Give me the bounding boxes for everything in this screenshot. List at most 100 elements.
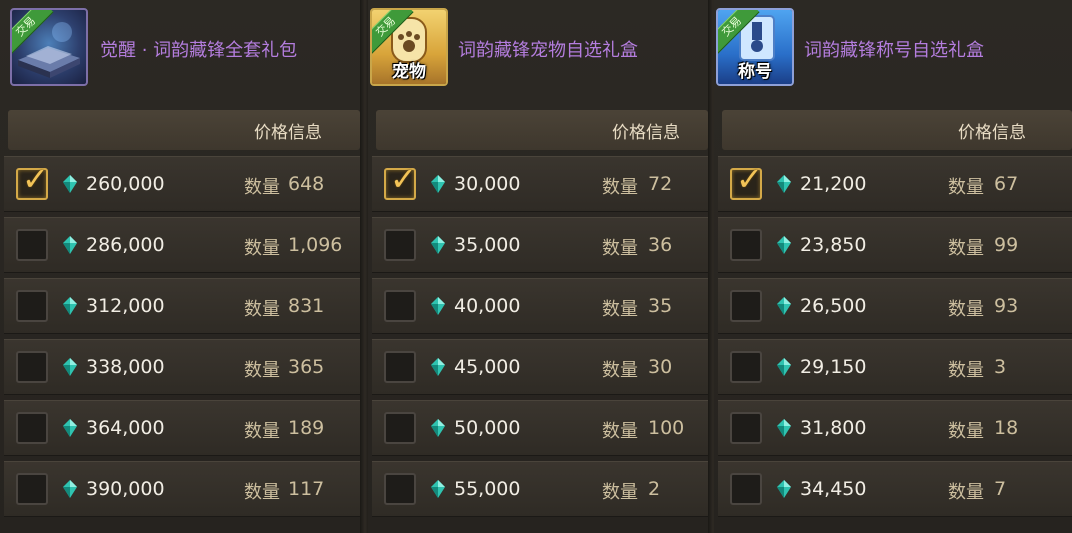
check-icon: ✓ xyxy=(736,160,763,198)
gem-currency-icon xyxy=(777,236,791,254)
select-checkbox[interactable] xyxy=(730,351,762,383)
quantity-label: 数量 xyxy=(602,482,638,503)
gem-currency-icon xyxy=(63,297,77,315)
quantity-value: 365 xyxy=(288,356,325,378)
item-header: 交易 觉醒 · 词韵藏锋全套礼包 xyxy=(0,0,360,92)
quantity-label: 数量 xyxy=(602,177,638,198)
select-checkbox[interactable]: ✓ xyxy=(384,160,417,200)
price-header: 价格信息 xyxy=(722,110,1072,150)
listing-row[interactable]: 312,000 数量 831 xyxy=(4,278,364,334)
item-title[interactable]: 词韵藏锋宠物自选礼盒 xyxy=(458,36,638,62)
listing-row[interactable]: ✓ 21,200 数量 67 xyxy=(718,156,1072,212)
price-header-label: 价格信息 xyxy=(958,123,1026,143)
price-value: 26,500 xyxy=(800,295,867,317)
gem-currency-icon xyxy=(431,236,445,254)
select-checkbox[interactable] xyxy=(730,290,762,322)
title-medal-icon[interactable]: 交易 称号 xyxy=(716,8,794,86)
item-title[interactable]: 觉醒 · 词韵藏锋全套礼包 xyxy=(100,36,297,62)
select-checkbox[interactable] xyxy=(16,473,48,505)
quantity-value: 99 xyxy=(994,234,1019,256)
select-checkbox[interactable] xyxy=(384,412,416,444)
listing-row[interactable]: 34,450 数量 7 xyxy=(718,461,1072,517)
icon-caption: 称号 xyxy=(738,62,772,82)
select-checkbox[interactable] xyxy=(384,473,416,505)
select-checkbox[interactable] xyxy=(730,473,762,505)
quantity-value: 72 xyxy=(648,173,673,195)
quantity-label: 数量 xyxy=(602,299,638,320)
book-icon[interactable]: 交易 xyxy=(10,8,88,86)
gem-currency-icon xyxy=(63,419,77,437)
quantity-label: 数量 xyxy=(948,482,984,503)
item-title[interactable]: 词韵藏锋称号自选礼盒 xyxy=(804,36,984,62)
listing-row[interactable]: 29,150 数量 3 xyxy=(718,339,1072,395)
quantity-value: 1,096 xyxy=(288,234,343,256)
quantity-value: 7 xyxy=(994,478,1007,500)
price-value: 34,450 xyxy=(800,478,867,500)
price-value: 45,000 xyxy=(454,356,521,378)
gem-currency-icon xyxy=(63,358,77,376)
select-checkbox[interactable] xyxy=(16,412,48,444)
trade-badge-label: 交易 xyxy=(372,10,414,54)
check-icon: ✓ xyxy=(22,160,49,198)
gem-currency-icon xyxy=(63,175,77,193)
gem-currency-icon xyxy=(63,236,77,254)
quantity-label: 数量 xyxy=(244,238,280,259)
quantity-label: 数量 xyxy=(948,177,984,198)
select-checkbox[interactable]: ✓ xyxy=(730,160,763,200)
icon-caption: 宠物 xyxy=(392,62,426,82)
select-checkbox[interactable] xyxy=(16,290,48,322)
trade-badge: 交易 xyxy=(372,10,416,54)
listing-row[interactable]: 35,000 数量 36 xyxy=(372,217,712,273)
listing-row[interactable]: 50,000 数量 100 xyxy=(372,400,712,456)
listing-row[interactable]: 390,000 数量 117 xyxy=(4,461,364,517)
listing-row[interactable]: ✓ 260,000 数量 648 xyxy=(4,156,364,212)
price-value: 29,150 xyxy=(800,356,867,378)
quantity-label: 数量 xyxy=(244,177,280,198)
price-value: 286,000 xyxy=(86,234,165,256)
quantity-value: 3 xyxy=(994,356,1007,378)
select-checkbox[interactable] xyxy=(16,229,48,261)
listing-row[interactable]: ✓ 30,000 数量 72 xyxy=(372,156,712,212)
listing-row[interactable]: 55,000 数量 2 xyxy=(372,461,712,517)
price-value: 55,000 xyxy=(454,478,521,500)
listing-row[interactable]: 31,800 数量 18 xyxy=(718,400,1072,456)
trade-badge-label: 交易 xyxy=(12,10,54,54)
price-value: 364,000 xyxy=(86,417,165,439)
select-checkbox[interactable] xyxy=(384,290,416,322)
auction-price-panels: 交易 觉醒 · 词韵藏锋全套礼包 价格信息 ✓ 260,000 数量 648 2… xyxy=(0,0,1072,533)
pet-paw-icon[interactable]: 交易 宠物 xyxy=(370,8,448,86)
item-panel-2: 交易 宠物 词韵藏锋宠物自选礼盒 价格信息 ✓ 30,000 数量 72 35,… xyxy=(368,0,712,533)
price-header: 价格信息 xyxy=(8,110,360,150)
quantity-value: 18 xyxy=(994,417,1019,439)
listing-row[interactable]: 364,000 数量 189 xyxy=(4,400,364,456)
quantity-value: 93 xyxy=(994,295,1019,317)
price-value: 35,000 xyxy=(454,234,521,256)
gem-currency-icon xyxy=(431,358,445,376)
listing-row[interactable]: 40,000 数量 35 xyxy=(372,278,712,334)
item-header: 交易 称号 词韵藏锋称号自选礼盒 xyxy=(714,0,1072,92)
listing-row[interactable]: 45,000 数量 30 xyxy=(372,339,712,395)
quantity-value: 831 xyxy=(288,295,325,317)
gem-currency-icon xyxy=(777,358,791,376)
select-checkbox[interactable] xyxy=(384,351,416,383)
listing-row[interactable]: 26,500 数量 93 xyxy=(718,278,1072,334)
quantity-label: 数量 xyxy=(602,360,638,381)
quantity-label: 数量 xyxy=(244,360,280,381)
gem-currency-icon xyxy=(431,297,445,315)
select-checkbox[interactable] xyxy=(16,351,48,383)
price-header-label: 价格信息 xyxy=(254,123,322,143)
gem-currency-icon xyxy=(431,480,445,498)
select-checkbox[interactable] xyxy=(730,229,762,261)
item-panel-3: 交易 称号 词韵藏锋称号自选礼盒 价格信息 ✓ 21,200 数量 67 23,… xyxy=(714,0,1072,533)
gem-currency-icon xyxy=(63,480,77,498)
select-checkbox[interactable] xyxy=(384,229,416,261)
quantity-value: 648 xyxy=(288,173,325,195)
quantity-value: 36 xyxy=(648,234,673,256)
listing-row[interactable]: 286,000 数量 1,096 xyxy=(4,217,364,273)
listing-row[interactable]: 338,000 数量 365 xyxy=(4,339,364,395)
quantity-label: 数量 xyxy=(244,299,280,320)
listing-row[interactable]: 23,850 数量 99 xyxy=(718,217,1072,273)
gem-currency-icon xyxy=(777,175,791,193)
select-checkbox[interactable]: ✓ xyxy=(16,160,49,200)
select-checkbox[interactable] xyxy=(730,412,762,444)
